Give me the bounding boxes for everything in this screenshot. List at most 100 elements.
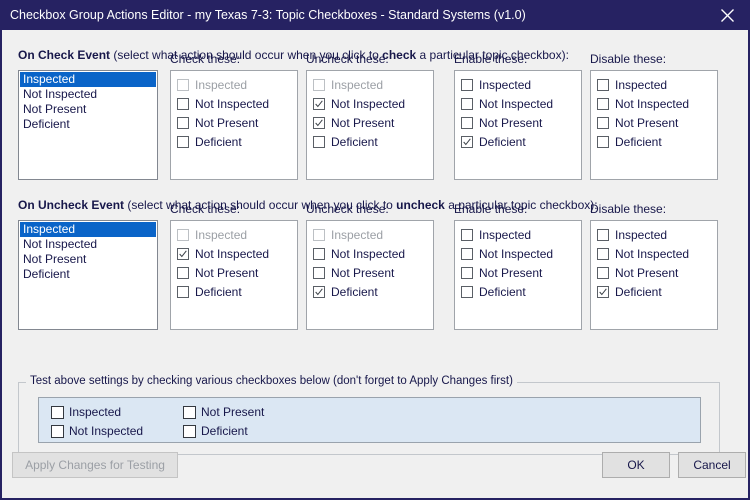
apply-changes-button[interactable]: Apply Changes for Testing xyxy=(12,452,178,478)
checkbox-label: Inspected xyxy=(331,228,384,242)
checkbox-icon[interactable] xyxy=(461,136,473,148)
cancel-button[interactable]: Cancel xyxy=(678,452,746,478)
checkbox-icon[interactable] xyxy=(461,229,473,241)
close-button[interactable] xyxy=(704,0,750,30)
checkbox-icon[interactable] xyxy=(51,424,64,438)
checkbox-row[interactable]: Not Inspected xyxy=(597,246,717,262)
checkbox-icon[interactable] xyxy=(313,136,325,148)
test-checkbox-row[interactable]: Not Present xyxy=(183,405,264,419)
list-item[interactable]: Not Present xyxy=(20,252,156,267)
checkbox-row[interactable]: Not Inspected xyxy=(461,246,581,262)
checkbox-icon[interactable] xyxy=(597,286,609,298)
section-header-emphasis: uncheck xyxy=(396,198,445,212)
checkbox-icon[interactable] xyxy=(461,98,473,110)
checkbox-label: Deficient xyxy=(479,135,526,149)
checkbox-icon[interactable] xyxy=(313,248,325,260)
listbox-on-uncheck-event[interactable]: Inspected Not Inspected Not Present Deficie… xyxy=(18,220,158,330)
checkbox-row[interactable]: Deficient xyxy=(177,134,297,150)
checkbox-label: Not Present xyxy=(479,116,543,130)
checkbox-row[interactable]: Not Present xyxy=(313,265,433,281)
checkbox-icon[interactable] xyxy=(313,286,325,298)
checkbox-icon[interactable] xyxy=(597,136,609,148)
checkbox-row[interactable]: Inspected xyxy=(461,77,581,93)
checkbox-label: Not Present xyxy=(195,116,259,130)
checkbox-row[interactable]: Deficient xyxy=(597,284,717,300)
checkbox-icon[interactable] xyxy=(177,248,189,260)
checkbox-label: Not Inspected xyxy=(195,97,270,111)
list-item[interactable]: Deficient xyxy=(20,117,156,132)
checkbox-icon[interactable] xyxy=(183,424,196,438)
list-item[interactable]: Not Present xyxy=(20,102,156,117)
checkbox-label: Not Inspected xyxy=(69,424,144,438)
checkbox-row[interactable]: Deficient xyxy=(597,134,717,150)
checkbox-icon[interactable] xyxy=(51,405,64,419)
column-label: Disable these: xyxy=(590,52,667,66)
checkbox-row[interactable]: Not Inspected xyxy=(461,96,581,112)
dialog-window: Checkbox Group Actions Editor - my Texas… xyxy=(0,0,750,500)
checkbox-icon[interactable] xyxy=(597,117,609,129)
checkbox-row[interactable]: Not Inspected xyxy=(597,96,717,112)
list-item[interactable]: Not Inspected xyxy=(20,237,156,252)
checkbox-icon[interactable] xyxy=(597,229,609,241)
checkbox-icon[interactable] xyxy=(461,117,473,129)
checkbox-icon[interactable] xyxy=(461,286,473,298)
window-title: Checkbox Group Actions Editor - my Texas… xyxy=(10,8,526,22)
test-checkbox-row[interactable]: Deficient xyxy=(183,424,248,438)
checkbox-icon[interactable] xyxy=(177,136,189,148)
checkbox-row[interactable]: Not Present xyxy=(597,115,717,131)
checkbox-row[interactable]: Inspected xyxy=(597,77,717,93)
checkbox-row[interactable]: Not Inspected xyxy=(177,246,297,262)
ok-button[interactable]: OK xyxy=(602,452,670,478)
checkbox-row[interactable]: Deficient xyxy=(313,284,433,300)
checkbox-row[interactable]: Deficient xyxy=(461,134,581,150)
checkbox-icon[interactable] xyxy=(597,267,609,279)
checkbox-icon[interactable] xyxy=(313,98,325,110)
list-item[interactable]: Inspected xyxy=(20,222,156,237)
checkbox-icon[interactable] xyxy=(183,405,196,419)
test-checkbox-area: Inspected Not Present Not Inspected Deficie… xyxy=(38,397,701,443)
column-label: Enable these: xyxy=(454,52,528,66)
checkbox-row[interactable]: Not Present xyxy=(597,265,717,281)
checkbox-row[interactable]: Not Present xyxy=(177,115,297,131)
checkbox-icon[interactable] xyxy=(461,248,473,260)
checkbox-row[interactable]: Deficient xyxy=(177,284,297,300)
checkbox-icon[interactable] xyxy=(177,267,189,279)
checkbox-icon[interactable] xyxy=(597,248,609,260)
checkbox-row[interactable]: Inspected xyxy=(597,227,717,243)
checkbox-panel: Inspected Not Inspected Not Present Deficie… xyxy=(170,70,298,180)
list-item[interactable]: Not Inspected xyxy=(20,87,156,102)
column-label: Enable these: xyxy=(454,202,528,216)
checkbox-icon[interactable] xyxy=(461,267,473,279)
checkbox-row[interactable]: Not Present xyxy=(461,115,581,131)
checkbox-label: Deficient xyxy=(479,285,526,299)
checkbox-icon[interactable] xyxy=(177,98,189,110)
checkbox-icon[interactable] xyxy=(313,267,325,279)
column-label: Check these: xyxy=(170,202,241,216)
checkbox-label: Deficient xyxy=(615,285,662,299)
checkbox-row[interactable]: Not Present xyxy=(177,265,297,281)
checkbox-icon[interactable] xyxy=(177,117,189,129)
checkbox-panel: Inspected Not Inspected Not Present Deficie… xyxy=(170,220,298,330)
checkbox-row[interactable]: Not Present xyxy=(313,115,433,131)
checkbox-row[interactable]: Deficient xyxy=(461,284,581,300)
checkbox-row[interactable]: Inspected xyxy=(461,227,581,243)
test-checkbox-row[interactable]: Inspected xyxy=(51,405,121,419)
checkbox-icon[interactable] xyxy=(177,286,189,298)
checkbox-row[interactable]: Not Inspected xyxy=(177,96,297,112)
list-item[interactable]: Deficient xyxy=(20,267,156,282)
listbox-on-check-event[interactable]: Inspected Not Inspected Not Present Deficie… xyxy=(18,70,158,180)
checkbox-row[interactable]: Deficient xyxy=(313,134,433,150)
checkbox-icon[interactable] xyxy=(597,98,609,110)
checkbox-label: Inspected xyxy=(615,78,668,92)
checkbox-row[interactable]: Not Inspected xyxy=(313,96,433,112)
checkbox-icon[interactable] xyxy=(597,79,609,91)
checkbox-icon[interactable] xyxy=(461,79,473,91)
checkbox-label: Not Inspected xyxy=(195,247,270,261)
list-item[interactable]: Inspected xyxy=(20,72,156,87)
checkbox-icon[interactable] xyxy=(313,117,325,129)
checkbox-row: Inspected xyxy=(313,77,433,93)
checkbox-label: Not Present xyxy=(331,116,395,130)
test-checkbox-row[interactable]: Not Inspected xyxy=(51,424,143,438)
checkbox-row[interactable]: Not Inspected xyxy=(313,246,433,262)
checkbox-row[interactable]: Not Present xyxy=(461,265,581,281)
